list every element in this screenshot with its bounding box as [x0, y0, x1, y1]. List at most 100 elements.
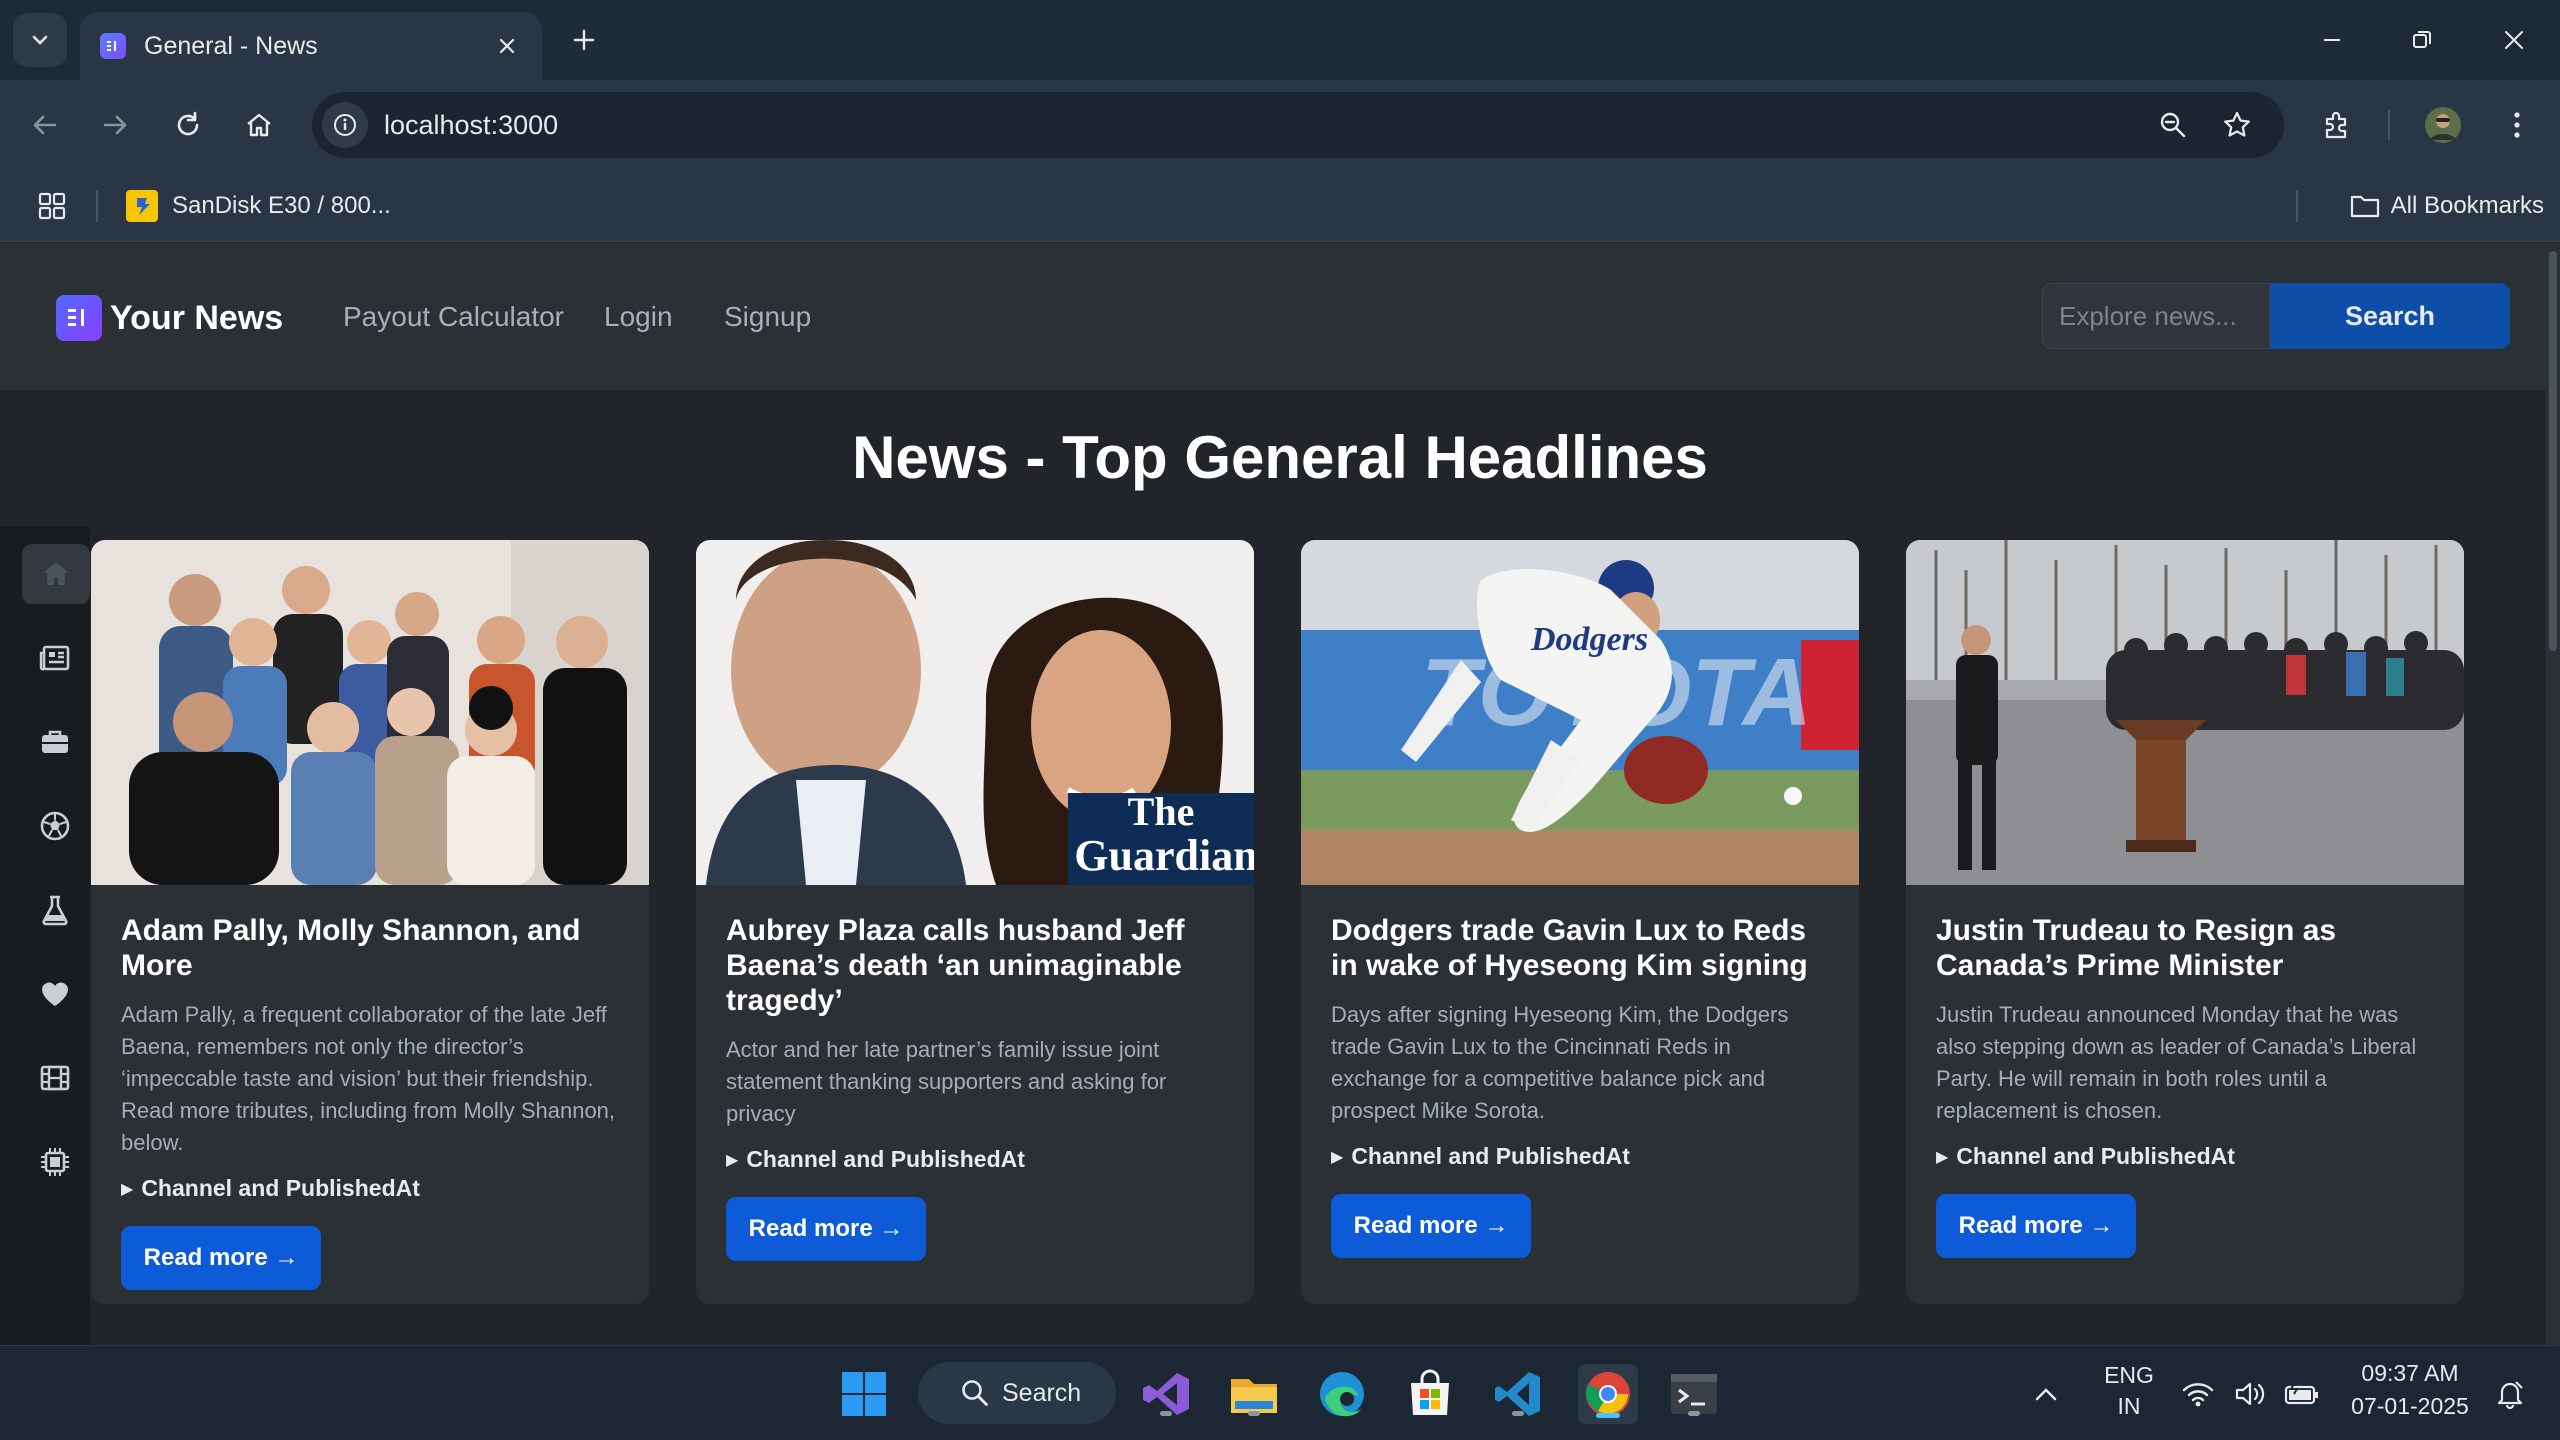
terminal-app[interactable] [1666, 1366, 1722, 1422]
read-more-button[interactable]: Read more → [121, 1226, 321, 1290]
card-details-toggle[interactable]: ▶ Channel and PublishedAt [121, 1175, 619, 1202]
file-explorer-app[interactable] [1226, 1366, 1282, 1422]
nav-link-signup[interactable]: Signup [724, 301, 811, 333]
home-icon [247, 113, 271, 137]
all-bookmarks-label: All Bookmarks [2390, 192, 2544, 219]
read-more-button[interactable]: Read more → [1331, 1194, 1531, 1258]
tab-close-icon[interactable] [492, 31, 522, 61]
news-image[interactable]: The Guardian [696, 540, 1254, 885]
disclosure-triangle-icon: ▶ [726, 1151, 739, 1169]
minimize-window-button[interactable] [2310, 18, 2354, 62]
category-sidebar [0, 526, 90, 1345]
nav-link-login[interactable]: Login [604, 301, 673, 333]
card-title: Dodgers trade Gavin Lux to Reds in wake … [1331, 914, 1808, 982]
zoom-icon[interactable] [2150, 102, 2196, 148]
card-body: Dodgers trade Gavin Lux to Reds in wake … [1301, 885, 1859, 1286]
brand-link[interactable]: Your News [56, 295, 283, 341]
close-window-button[interactable] [2492, 18, 2536, 62]
card-details-label: Channel and PublishedAt [1956, 1143, 2235, 1169]
sidebar-item-health[interactable] [22, 964, 88, 1024]
notifications-button[interactable] [2488, 1366, 2532, 1422]
minimize-icon [2324, 39, 2340, 41]
briefcase-icon [42, 730, 68, 753]
apps-grid-icon[interactable] [34, 188, 70, 224]
sidebar-item-home[interactable] [22, 544, 90, 604]
site-info-icon[interactable] [322, 102, 368, 148]
news-card: TOYOTA Dodgers Dodgers trade Gavin Lux t… [1301, 540, 1859, 1304]
microsoft-store-app[interactable] [1402, 1366, 1458, 1422]
read-more-button[interactable]: Read more → [726, 1197, 926, 1261]
search-button[interactable]: Search [2270, 283, 2510, 349]
card-body: Justin Trudeau to Resign as Canada’s Pri… [1906, 885, 2464, 1286]
search-input[interactable] [2042, 283, 2270, 349]
news-logo-icon [56, 295, 102, 341]
visual-studio-app[interactable] [1138, 1366, 1194, 1422]
read-more-button[interactable]: Read more → [1936, 1194, 2136, 1258]
news-image[interactable] [1906, 540, 2464, 885]
news-image[interactable]: TOYOTA Dodgers [1301, 540, 1859, 885]
extensions-button[interactable] [2314, 102, 2360, 148]
tab-search-button[interactable] [13, 13, 67, 67]
profile-avatar[interactable] [2420, 102, 2466, 148]
battery-icon[interactable] [2280, 1366, 2324, 1422]
card-description: Justin Trudeau announced Monday that he … [1936, 1002, 2417, 1123]
card-details-toggle[interactable]: ▶ Channel and PublishedAt [1331, 1143, 1829, 1170]
vscode-app[interactable] [1490, 1366, 1546, 1422]
browser-tab-active[interactable]: General - News [80, 12, 542, 80]
taskbar-search[interactable]: Search [918, 1362, 1116, 1424]
guardian-logo-guardian: Guardian [1074, 831, 1254, 880]
card-details-toggle[interactable]: ▶ Channel and PublishedAt [1936, 1143, 2434, 1170]
forward-button[interactable] [92, 102, 138, 148]
nav-link-payout-calculator[interactable]: Payout Calculator [343, 301, 564, 333]
press-conference-photo-image [1906, 540, 2464, 885]
sidebar-item-science[interactable] [22, 880, 88, 940]
portrait-photo-image: The Guardian [696, 540, 1254, 885]
volume-icon[interactable] [2230, 1366, 2270, 1422]
card-body: Aubrey Plaza calls husband Jeff Baena’s … [696, 885, 1254, 1289]
new-tab-button[interactable] [564, 20, 604, 60]
restore-window-button[interactable] [2400, 18, 2444, 62]
language-indicator[interactable]: ENG IN [2094, 1362, 2164, 1420]
sidebar-item-entertainment[interactable] [22, 1048, 88, 1108]
clock[interactable]: 09:37 AM 07-01-2025 [2340, 1360, 2480, 1420]
back-button[interactable] [22, 102, 68, 148]
restore-icon [2413, 31, 2431, 48]
all-bookmarks-button[interactable]: All Bookmarks [2349, 186, 2544, 226]
bookmark-star-icon[interactable] [2214, 102, 2260, 148]
sidebar-item-general[interactable] [22, 628, 88, 688]
site-navbar: Your News Payout Calculator Login Signup… [0, 243, 2560, 390]
start-button[interactable] [836, 1366, 892, 1422]
more-vertical-icon [2514, 112, 2520, 138]
news-card: Justin Trudeau to Resign as Canada’s Pri… [1906, 540, 2464, 1304]
running-indicator [1512, 1411, 1524, 1416]
news-image[interactable] [91, 540, 649, 885]
home-button[interactable] [236, 102, 282, 148]
edge-app[interactable] [1314, 1366, 1370, 1422]
card-details-toggle[interactable]: ▶ Channel and PublishedAt [726, 1146, 1224, 1173]
heart-icon [42, 982, 68, 1006]
browser-menu-button[interactable] [2494, 102, 2540, 148]
bookmarks-separator [96, 190, 98, 222]
store-icon [1411, 1369, 1449, 1415]
sidebar-item-sports[interactable] [22, 796, 88, 856]
scrollbar-thumb[interactable] [2549, 251, 2557, 651]
wifi-icon[interactable] [2178, 1366, 2218, 1422]
reload-button[interactable] [165, 102, 211, 148]
web-page: Your News Payout Calculator Login Signup… [0, 243, 2560, 1345]
url-text[interactable]: localhost:3000 [384, 110, 558, 141]
show-hidden-icons-button[interactable] [2026, 1366, 2066, 1422]
guardian-logo-the: The [1128, 789, 1195, 834]
card-description: Actor and her late partner’s family issu… [726, 1037, 1167, 1126]
search-icon [962, 1380, 988, 1406]
sidebar-item-business[interactable] [22, 712, 88, 772]
sidebar-item-technology[interactable] [22, 1132, 88, 1192]
chrome-app[interactable] [1578, 1364, 1638, 1424]
disclosure-triangle-icon: ▶ [1936, 1148, 1949, 1166]
bookmark-sandisk[interactable]: SanDisk E30 / 800... [126, 186, 391, 226]
address-bar[interactable]: localhost:3000 [312, 92, 2284, 158]
region-code: IN [2117, 1393, 2141, 1419]
page-scrollbar[interactable] [2546, 243, 2560, 1345]
film-icon [40, 1065, 70, 1091]
avatar-icon [2425, 107, 2461, 143]
bookmarks-separator-right [2296, 190, 2298, 222]
